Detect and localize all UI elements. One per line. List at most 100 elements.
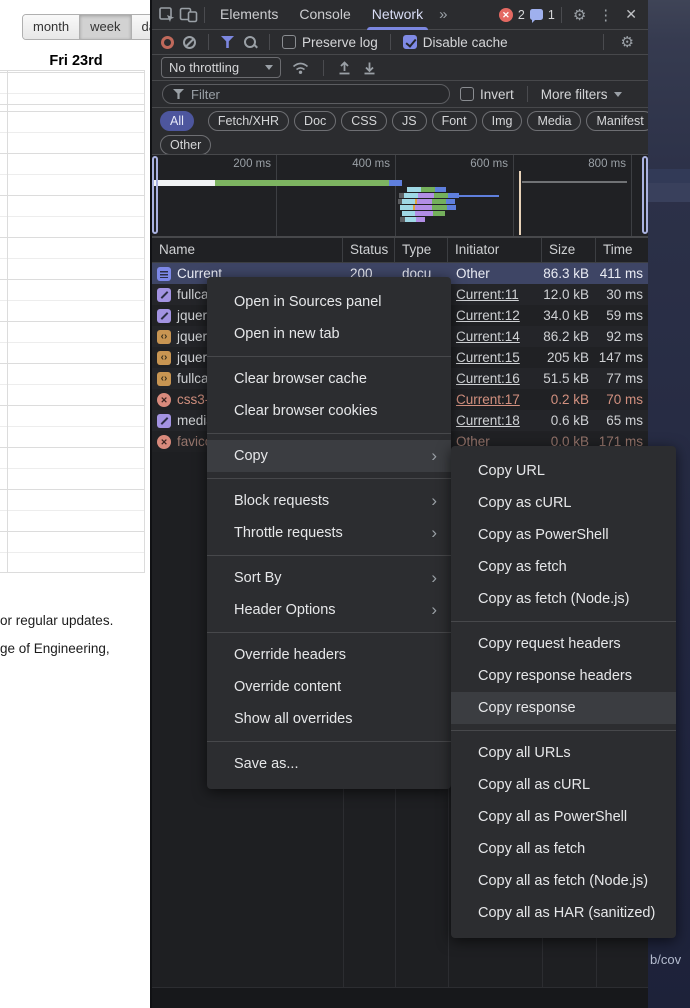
- filter-chip-font[interactable]: Font: [432, 111, 477, 131]
- invert-control: Invert: [460, 87, 514, 102]
- menu-item-show-all-overrides[interactable]: Show all overrides: [207, 703, 451, 735]
- error-count[interactable]: 2: [518, 8, 525, 22]
- month-view-button[interactable]: month: [23, 15, 80, 39]
- menu-item-copy-all-urls[interactable]: Copy all URLs: [451, 737, 676, 769]
- request-size: 51.5 kB: [542, 368, 596, 389]
- script-icon: [157, 309, 171, 323]
- divider: [390, 34, 391, 50]
- error-count-icon[interactable]: ✕: [499, 8, 513, 22]
- menu-item-copy-as-powershell[interactable]: Copy as PowerShell: [451, 519, 676, 551]
- filter-input[interactable]: [191, 87, 439, 102]
- menu-item-copy-as-fetch[interactable]: Copy as fetch: [451, 551, 676, 583]
- menu-item-copy-url[interactable]: Copy URL: [451, 455, 676, 487]
- column-header-type[interactable]: Type: [395, 238, 448, 262]
- initiator-link[interactable]: Current:14: [456, 329, 520, 344]
- menu-item-block-requests[interactable]: Block requests: [207, 485, 451, 517]
- divider: [208, 34, 209, 50]
- tab-console[interactable]: Console: [290, 0, 359, 30]
- throttling-dropdown[interactable]: No throttling: [161, 57, 281, 78]
- network-overview-timeline[interactable]: 200 ms 400 ms 600 ms 800 ms: [152, 155, 648, 238]
- invert-checkbox[interactable]: [460, 87, 474, 101]
- import-har-icon[interactable]: [337, 60, 352, 76]
- filter-chip-all[interactable]: All: [160, 111, 194, 131]
- menu-item-copy-as-fetch-nodejs[interactable]: Copy as fetch (Node.js): [451, 583, 676, 615]
- timeline-left-handle[interactable]: [152, 156, 158, 234]
- page-text-line: ge of Engineering,: [0, 641, 110, 656]
- menu-item-override-content[interactable]: Override content: [207, 671, 451, 703]
- menu-item-copy-all-as-fetch[interactable]: Copy all as fetch: [451, 833, 676, 865]
- menu-item-open-in-sources-panel[interactable]: Open in Sources panel: [207, 286, 451, 318]
- menu-item-throttle-requests[interactable]: Throttle requests: [207, 517, 451, 549]
- disable-cache-checkbox[interactable]: [403, 35, 417, 49]
- menu-item-copy-all-as-powershell[interactable]: Copy all as PowerShell: [451, 801, 676, 833]
- preserve-log-checkbox[interactable]: [282, 35, 296, 49]
- tab-elements[interactable]: Elements: [211, 0, 287, 30]
- menu-item-open-in-new-tab[interactable]: Open in new tab: [207, 318, 451, 350]
- close-devtools-icon[interactable]: ✕: [620, 6, 642, 23]
- initiator-link[interactable]: Current:16: [456, 371, 520, 386]
- issue-count[interactable]: 1: [548, 8, 555, 22]
- week-view-button[interactable]: week: [80, 15, 131, 39]
- device-toolbar-icon[interactable]: [179, 6, 198, 23]
- calendar-grid: [0, 70, 145, 573]
- status-badges: ✕ 2 1: [499, 8, 555, 22]
- network-settings-gear-icon[interactable]: ⚙: [616, 33, 639, 51]
- chevron-down-icon: [614, 92, 622, 97]
- initiator-link[interactable]: Current:18: [456, 413, 520, 428]
- menu-item-copy-response-headers[interactable]: Copy response headers: [451, 660, 676, 692]
- record-network-log-icon[interactable]: [161, 36, 174, 49]
- menu-item-copy-request-headers[interactable]: Copy request headers: [451, 628, 676, 660]
- filter-chip-img[interactable]: Img: [482, 111, 523, 131]
- more-filters-dropdown[interactable]: More filters: [541, 87, 622, 102]
- error-icon: [157, 435, 171, 449]
- menu-item-copy-all-as-curl[interactable]: Copy all as cURL: [451, 769, 676, 801]
- export-har-icon[interactable]: [362, 60, 377, 76]
- column-header-initiator[interactable]: Initiator: [448, 238, 542, 262]
- more-tabs-icon[interactable]: »: [435, 6, 451, 23]
- issues-icon[interactable]: [530, 9, 543, 20]
- settings-gear-icon[interactable]: ⚙: [568, 6, 591, 24]
- waterfall-bar: [405, 217, 416, 222]
- menu-item-save-as[interactable]: Save as...: [207, 748, 451, 780]
- filter-chip-doc[interactable]: Doc: [294, 111, 336, 131]
- filter-toggle-icon[interactable]: [221, 36, 234, 48]
- initiator-link[interactable]: Current:11: [456, 287, 519, 302]
- menu-item-sort-by[interactable]: Sort By: [207, 562, 451, 594]
- column-header-size[interactable]: Size: [542, 238, 596, 262]
- initiator-link[interactable]: Current:17: [456, 392, 520, 407]
- inspect-element-icon[interactable]: [158, 6, 176, 24]
- menu-item-override-headers[interactable]: Override headers: [207, 639, 451, 671]
- filter-chip-js[interactable]: JS: [392, 111, 427, 131]
- kebab-menu-icon[interactable]: ⋮: [594, 6, 617, 24]
- menu-separator: [207, 478, 451, 479]
- filter-chip-css[interactable]: CSS: [341, 111, 387, 131]
- initiator-link[interactable]: Current:12: [456, 308, 520, 323]
- menu-item-copy-response[interactable]: Copy response: [451, 692, 676, 724]
- filter-chip-media[interactable]: Media: [527, 111, 581, 131]
- menu-item-header-options[interactable]: Header Options: [207, 594, 451, 626]
- waterfall-bar: [402, 211, 415, 216]
- clear-network-log-icon[interactable]: [183, 36, 196, 49]
- search-icon[interactable]: [243, 35, 257, 49]
- error-icon: [157, 393, 171, 407]
- preserve-log-control: Preserve log: [282, 35, 378, 50]
- initiator-link[interactable]: Current:15: [456, 350, 520, 365]
- waterfall-bar: [448, 193, 459, 198]
- column-header-name[interactable]: Name: [152, 238, 343, 262]
- filter-chip-manifest[interactable]: Manifest: [586, 111, 648, 131]
- menu-item-clear-browser-cookies[interactable]: Clear browser cookies: [207, 395, 451, 427]
- column-header-time[interactable]: Time: [596, 238, 650, 262]
- menu-item-copy[interactable]: Copy: [207, 440, 451, 472]
- menu-item-clear-browser-cache[interactable]: Clear browser cache: [207, 363, 451, 395]
- script-icon: [157, 372, 171, 386]
- waterfall-bar: [432, 205, 447, 210]
- menu-item-copy-all-as-fetch-nodejs[interactable]: Copy all as fetch (Node.js): [451, 865, 676, 897]
- menu-item-copy-as-curl[interactable]: Copy as cURL: [451, 487, 676, 519]
- waterfall-bar: [432, 199, 446, 204]
- tab-network[interactable]: Network: [363, 0, 432, 30]
- column-header-status[interactable]: Status: [343, 238, 395, 262]
- network-conditions-icon[interactable]: [291, 60, 310, 75]
- filter-chip-other[interactable]: Other: [160, 135, 211, 155]
- filter-chip-fetch-xhr[interactable]: Fetch/XHR: [208, 111, 289, 131]
- menu-item-copy-all-as-har-sanitized[interactable]: Copy all as HAR (sanitized): [451, 897, 676, 929]
